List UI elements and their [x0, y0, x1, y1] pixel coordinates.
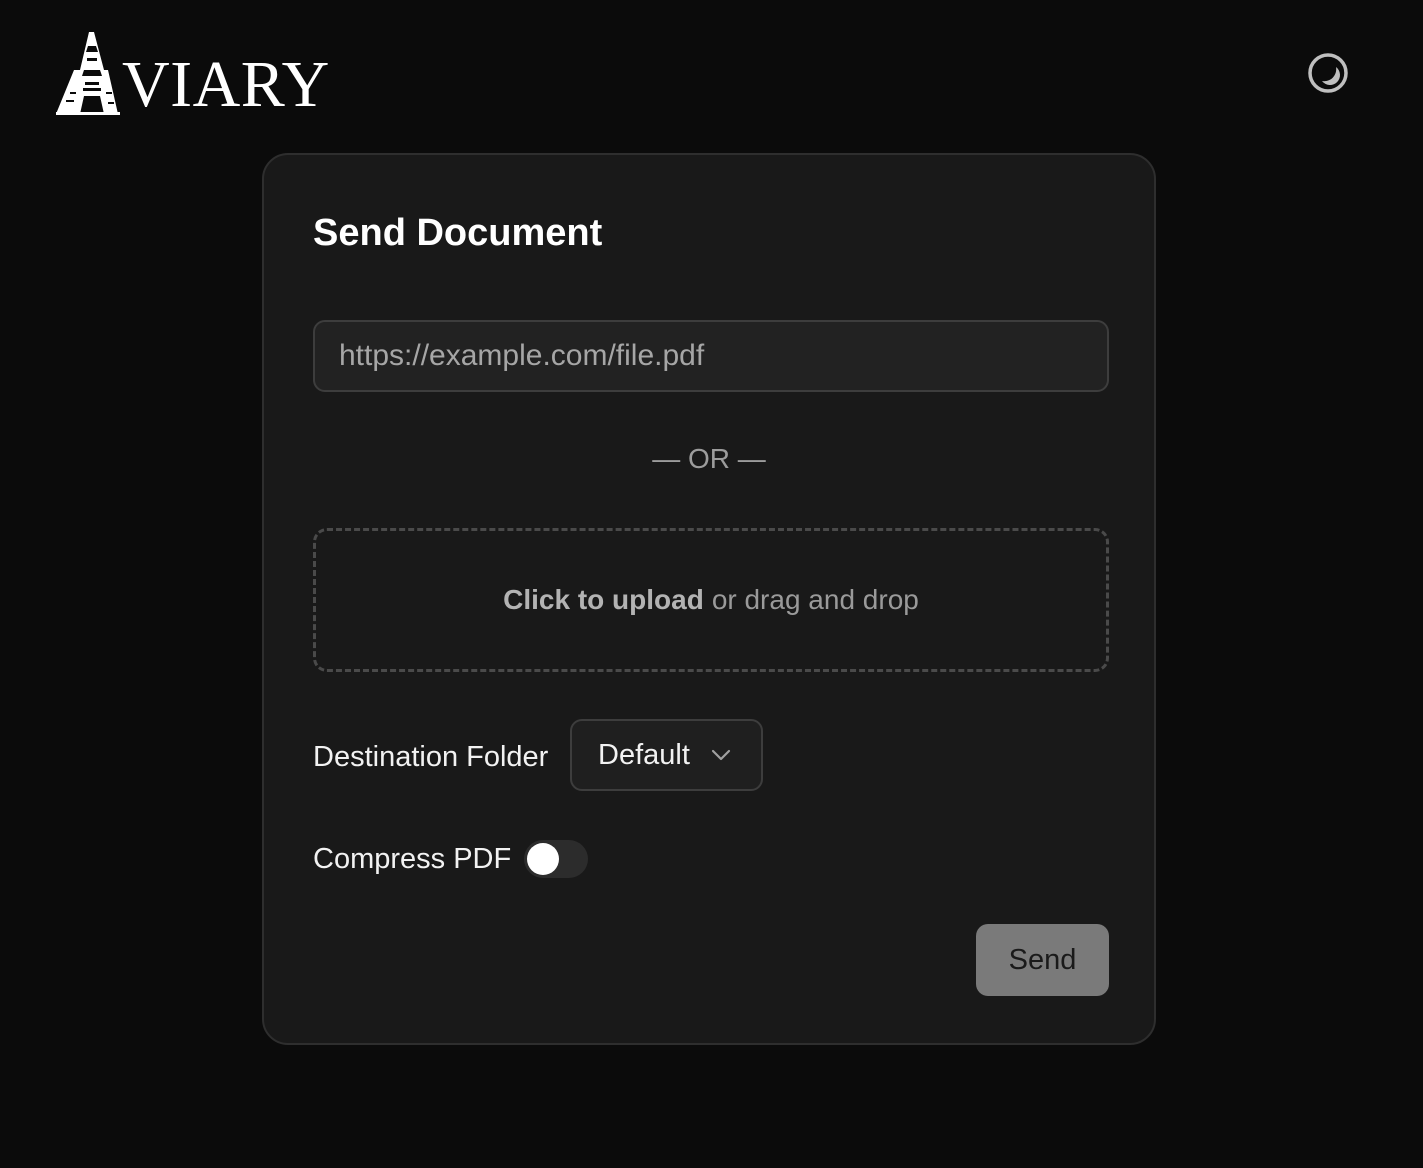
upload-dropzone[interactable]: Click to upload or drag and drop — [313, 528, 1109, 672]
send-button[interactable]: Send — [976, 924, 1109, 996]
destination-folder-label: Destination Folder — [313, 741, 549, 773]
moon-icon — [1308, 53, 1348, 93]
destination-folder-select[interactable]: Default — [570, 719, 763, 791]
compress-pdf-toggle[interactable] — [524, 840, 588, 878]
send-document-card: Send Document — OR — Click to upload or … — [262, 153, 1156, 1045]
app-logo[interactable]: VIARY — [56, 30, 329, 120]
toggle-knob — [527, 843, 559, 875]
or-separator: — OR — — [652, 443, 766, 474]
theme-toggle-button[interactable] — [1306, 51, 1350, 95]
logo-wordmark: VIARY — [122, 48, 330, 121]
destination-folder-value: Default — [598, 738, 690, 771]
url-input[interactable] — [313, 320, 1109, 392]
click-to-upload-link[interactable]: Click to upload — [503, 584, 704, 616]
compress-pdf-label: Compress PDF — [313, 843, 512, 875]
chevron-down-icon — [711, 749, 731, 761]
card-title: Send Document — [313, 212, 603, 254]
drag-drop-text: or drag and drop — [711, 584, 919, 615]
